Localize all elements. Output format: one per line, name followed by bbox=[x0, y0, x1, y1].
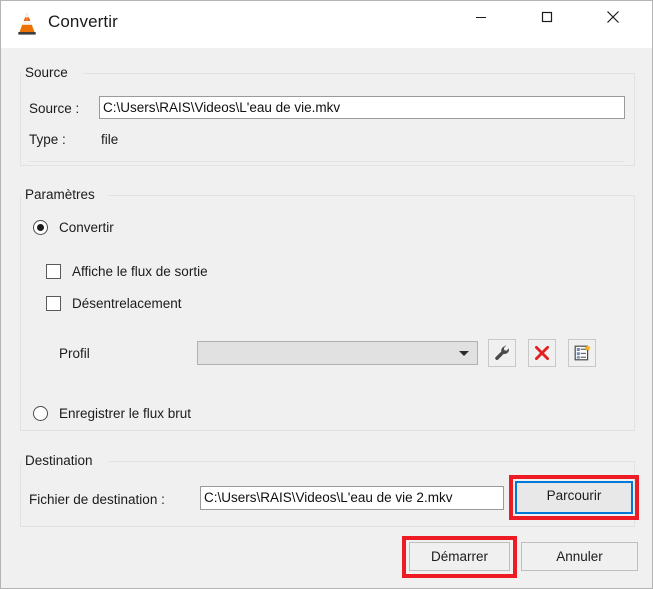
profile-delete-button[interactable] bbox=[528, 339, 556, 367]
source-input[interactable]: C:\Users\RAIS\Videos\L'eau de vie.mkv bbox=[99, 96, 625, 119]
source-divider bbox=[29, 161, 625, 162]
deinterlace-label[interactable]: Désentrelacement bbox=[72, 296, 182, 311]
raw-stream-radio[interactable] bbox=[33, 406, 48, 421]
source-group-title: Source bbox=[25, 65, 68, 80]
red-x-icon bbox=[535, 346, 550, 361]
destination-file-input[interactable]: C:\Users\RAIS\Videos\L'eau de vie 2.mkv bbox=[200, 486, 504, 510]
profile-label: Profil bbox=[59, 346, 90, 361]
display-output-label[interactable]: Affiche le flux de sortie bbox=[72, 264, 208, 279]
start-button[interactable]: Démarrer bbox=[409, 542, 510, 571]
close-button[interactable] bbox=[590, 1, 636, 33]
chevron-down-icon bbox=[459, 351, 469, 356]
convert-dialog-window: Convertir Source Source : C:\Users\RAIS\… bbox=[0, 0, 653, 589]
maximize-icon bbox=[541, 11, 553, 23]
destination-group-title: Destination bbox=[25, 453, 93, 468]
type-label: Type : bbox=[29, 132, 66, 147]
profile-select[interactable] bbox=[197, 341, 478, 365]
profile-edit-button[interactable] bbox=[488, 339, 516, 367]
maximize-button[interactable] bbox=[524, 1, 570, 33]
minimize-button[interactable] bbox=[458, 1, 504, 33]
new-profile-icon bbox=[574, 344, 591, 361]
raw-stream-radio-label[interactable]: Enregistrer le flux brut bbox=[59, 406, 191, 421]
minimize-icon bbox=[476, 17, 486, 18]
window-title: Convertir bbox=[48, 12, 118, 31]
cancel-button[interactable]: Annuler bbox=[521, 542, 638, 571]
vlc-cone-icon bbox=[13, 10, 41, 38]
profile-new-button[interactable] bbox=[568, 339, 596, 367]
browse-button[interactable]: Parcourir bbox=[515, 481, 633, 514]
destination-file-label: Fichier de destination : bbox=[29, 492, 165, 507]
close-icon bbox=[607, 11, 619, 23]
source-label: Source : bbox=[29, 101, 80, 116]
type-value: file bbox=[101, 132, 119, 147]
parameters-group-title: Paramètres bbox=[25, 187, 95, 202]
convert-radio-label[interactable]: Convertir bbox=[59, 220, 114, 235]
title-bar: Convertir bbox=[1, 1, 652, 48]
convert-radio[interactable] bbox=[33, 220, 48, 235]
display-output-checkbox[interactable] bbox=[46, 264, 61, 279]
deinterlace-checkbox[interactable] bbox=[46, 296, 61, 311]
wrench-icon bbox=[495, 345, 509, 361]
source-group: Source bbox=[20, 65, 635, 166]
